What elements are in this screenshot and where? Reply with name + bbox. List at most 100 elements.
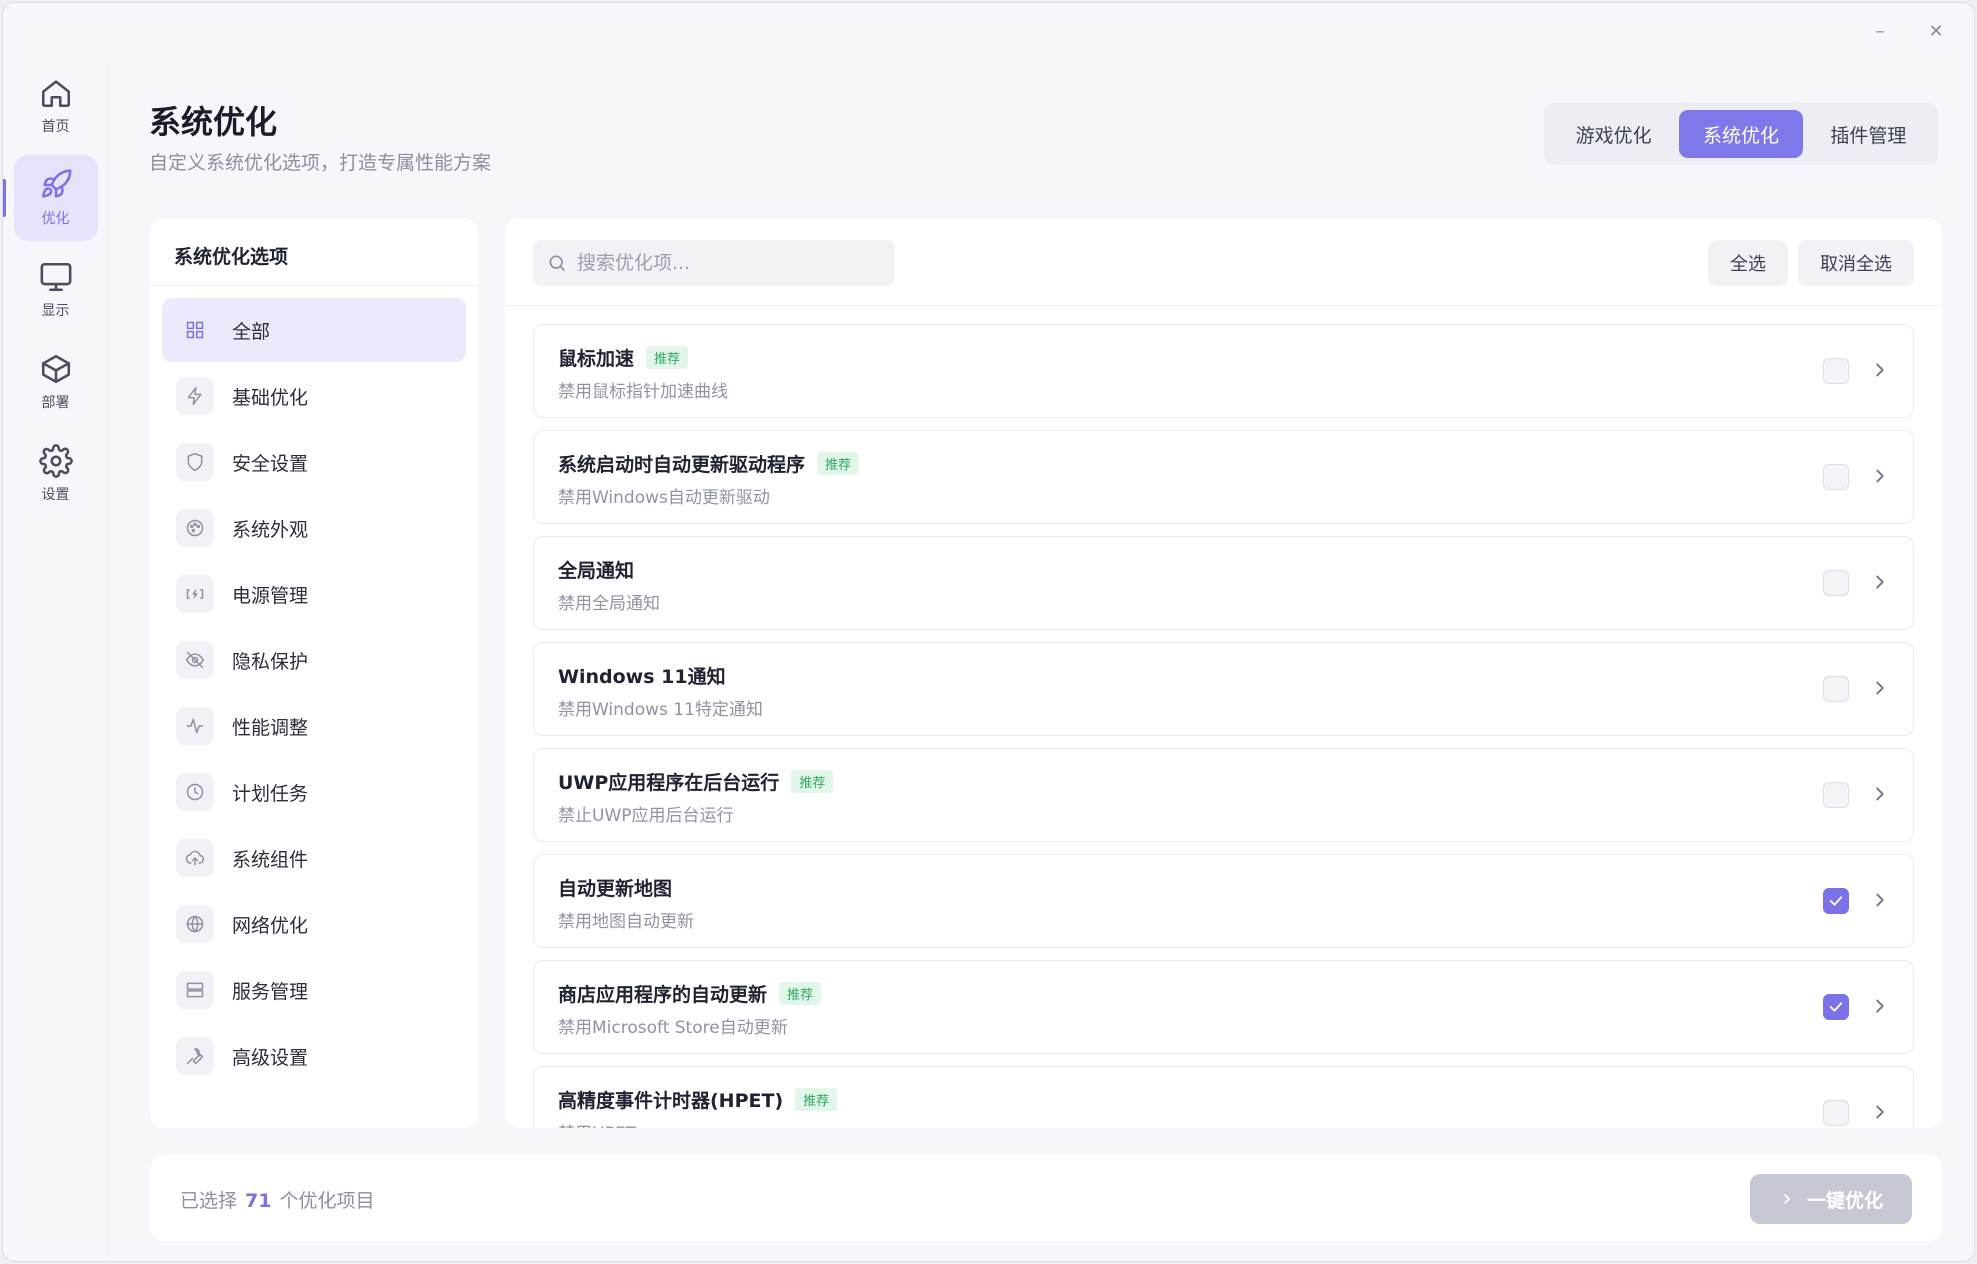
options-toolbar: 全选 取消全选 [505,218,1942,306]
wrench-icon [186,1048,204,1065]
chevron-right-icon[interactable] [1869,677,1891,699]
chevron-right-icon[interactable] [1869,465,1891,487]
grid-icon [186,321,204,339]
option-row[interactable]: 高精度事件计时器(HPET) 推荐 禁用HPET [533,1066,1914,1128]
option-title: 高精度事件计时器(HPET) [558,1090,784,1112]
rocket-icon [41,169,71,198]
option-checkbox[interactable] [1823,782,1849,808]
option-description: 禁用地图自动更新 [558,912,694,932]
rail-item-optimize[interactable]: 优化 [3,155,98,241]
option-checkbox[interactable] [1823,888,1849,914]
deselect-all-button[interactable]: 取消全选 [1798,240,1914,286]
category-item-advanced[interactable]: 高级设置 [162,1024,466,1088]
option-checkbox[interactable] [1823,676,1849,702]
recommended-badge: 推荐 [791,770,834,793]
option-description: 禁用鼠标指针加速曲线 [558,382,728,402]
selection-summary: 已选择 71 个优化项目 [180,1186,374,1213]
category-item-basic[interactable]: 基础优化 [162,364,466,428]
rail-item-label: 部署 [41,395,70,411]
lightning-icon [187,386,202,406]
search-input[interactable] [577,252,877,274]
rail-item-display[interactable]: 显示 [14,247,98,333]
category-label: 系统外观 [232,518,309,541]
option-description: 禁止UWP应用后台运行 [558,806,734,826]
chevron-right-icon[interactable] [1869,995,1891,1017]
tab-game-optimize[interactable]: 游戏优化 [1552,110,1675,158]
check-icon [1829,1002,1843,1012]
category-panel: 系统优化选项 全部 基础优化 安全设置 系统外观 电源管理 隐私保护 性能调整 … [150,218,478,1128]
left-rail: 首页 优化 显示 部署 设置 [3,63,109,1261]
tab-system-optimize[interactable]: 系统优化 [1679,110,1803,158]
option-row[interactable]: UWP应用程序在后台运行 推荐 禁止UWP应用后台运行 [533,748,1914,842]
rail-item-label: 优化 [41,211,70,227]
page-title: 系统优化 [149,103,278,141]
option-title: 自动更新地图 [558,878,673,900]
chevron-right-icon[interactable] [1869,889,1891,911]
rail-item-label: 显示 [41,303,70,319]
recommended-badge: 推荐 [779,982,822,1005]
category-item-privacy[interactable]: 隐私保护 [162,628,466,692]
top-tabs: 游戏优化 系统优化 插件管理 [1544,103,1938,165]
option-row[interactable]: Windows 11通知 禁用Windows 11特定通知 [533,642,1914,736]
chevron-right-icon[interactable] [1869,359,1891,381]
category-label: 电源管理 [232,584,309,607]
option-row[interactable]: 系统启动时自动更新驱动程序 推荐 禁用Windows自动更新驱动 [533,430,1914,524]
cloud-icon [185,850,205,866]
rail-item-label: 首页 [41,119,70,135]
chevron-right-icon[interactable] [1869,571,1891,593]
eye-off-icon [185,651,205,669]
rail-item-home[interactable]: 首页 [14,63,98,149]
option-row[interactable]: 自动更新地图 禁用地图自动更新 [533,854,1914,948]
option-checkbox[interactable] [1823,1100,1849,1126]
option-checkbox[interactable] [1823,464,1849,490]
category-heading: 系统优化选项 [150,218,478,286]
option-row[interactable]: 商店应用程序的自动更新 推荐 禁用Microsoft Store自动更新 [533,960,1914,1054]
monitor-icon [40,262,71,292]
tab-plugin-manage[interactable]: 插件管理 [1807,110,1930,158]
option-description: 禁用Windows自动更新驱动 [558,488,770,508]
category-label: 系统组件 [232,848,309,871]
option-title: 系统启动时自动更新驱动程序 [558,454,806,476]
category-item-all[interactable]: 全部 [162,298,466,362]
battery-icon [186,589,204,599]
recommended-badge: 推荐 [795,1088,838,1111]
page-subtitle: 自定义系统优化选项，打造专属性能方案 [149,152,492,174]
option-checkbox[interactable] [1823,358,1849,384]
one-click-optimize-button[interactable]: 一键优化 [1750,1174,1912,1224]
chevron-right-icon[interactable] [1869,1101,1891,1123]
minimize-icon[interactable]: – [1870,21,1890,42]
option-row[interactable]: 全局通知 禁用全局通知 [533,536,1914,630]
window-controls: – ✕ [1870,21,1946,42]
close-icon[interactable]: ✕ [1926,21,1946,42]
category-item-tasks[interactable]: 计划任务 [162,760,466,824]
option-title: UWP应用程序在后台运行 [558,772,780,794]
search-box [533,240,895,286]
category-item-power[interactable]: 电源管理 [162,562,466,626]
category-item-services[interactable]: 服务管理 [162,958,466,1022]
category-item-components[interactable]: 系统组件 [162,826,466,890]
category-item-appearance[interactable]: 系统外观 [162,496,466,560]
box-icon [41,354,70,384]
rail-item-deploy[interactable]: 部署 [14,339,98,425]
option-checkbox[interactable] [1823,570,1849,596]
category-item-security[interactable]: 安全设置 [162,430,466,494]
bottom-bar: 已选择 71 个优化项目 一键优化 [150,1155,1942,1241]
category-label: 高级设置 [232,1046,309,1069]
option-description: 禁用HPET [558,1119,636,1128]
category-item-performance[interactable]: 性能调整 [162,694,466,758]
check-icon [1829,896,1843,906]
rail-item-settings[interactable]: 设置 [14,431,98,517]
app-window: – ✕ 首页 优化 显示 部署 设置 系统优化 自定义系统优化选项，打造专属性能… [2,2,1975,1262]
option-checkbox[interactable] [1823,994,1849,1020]
option-row[interactable]: 鼠标加速 推荐 禁用鼠标指针加速曲线 [533,324,1914,418]
gear-icon [38,444,73,478]
chevron-right-icon[interactable] [1869,783,1891,805]
selection-count: 71 [245,1190,272,1212]
selection-prefix: 已选择 [180,1190,238,1212]
server-icon [186,982,204,998]
home-icon [41,80,70,108]
select-all-button[interactable]: 全选 [1708,240,1788,286]
option-title: 全局通知 [558,560,635,582]
option-title: Windows 11通知 [558,666,726,688]
category-item-network[interactable]: 网络优化 [162,892,466,956]
